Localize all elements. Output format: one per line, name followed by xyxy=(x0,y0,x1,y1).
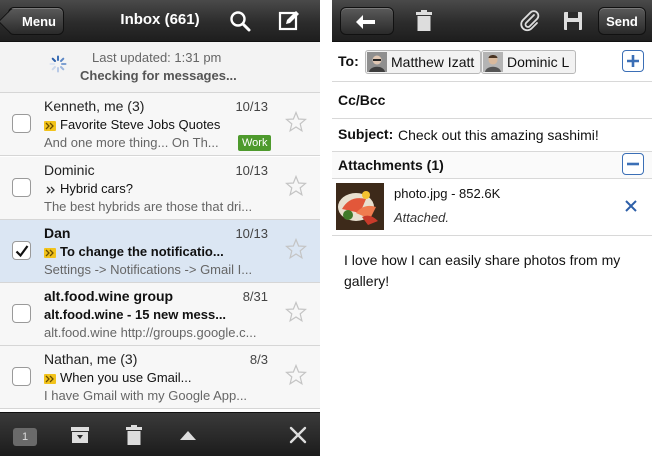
email-subject: Hybrid cars? xyxy=(60,181,133,196)
collapse-attachments-button[interactable] xyxy=(622,153,644,175)
important-marker-icon[interactable] xyxy=(44,121,56,131)
email-date: 10/13 xyxy=(235,99,268,114)
email-sender: Dominic xyxy=(44,162,95,178)
bulk-action-toolbar: 1 xyxy=(0,412,320,456)
paperclip-icon[interactable] xyxy=(518,9,542,33)
email-date: 10/13 xyxy=(235,163,268,178)
email-preview: I have Gmail with my Google App... xyxy=(44,388,248,403)
attachment-name: photo.jpg - 852.6K xyxy=(394,186,501,201)
star-icon[interactable] xyxy=(285,238,307,260)
last-updated-text: Last updated: 1:31 pm xyxy=(92,50,222,65)
attachment-item[interactable]: photo.jpg - 852.6K Attached. xyxy=(332,178,652,236)
email-row-selected[interactable]: Dan 10/13 To change the notificatio... S… xyxy=(0,220,320,283)
message-body[interactable]: I love how I can easily share photos fro… xyxy=(344,250,640,292)
avatar xyxy=(483,52,503,72)
archive-icon[interactable] xyxy=(69,424,91,446)
inbox-screen: Menu Inbox (661) Last updated: 1:31 pm C… xyxy=(0,0,320,456)
row-checkbox[interactable] xyxy=(12,178,31,197)
checking-messages-text: Checking for messages... xyxy=(80,68,237,83)
loading-spinner-icon xyxy=(49,55,67,73)
row-checkbox[interactable] xyxy=(12,114,31,133)
email-subject-line: To change the notificatio... xyxy=(44,244,274,259)
inbox-title: Inbox (661) xyxy=(120,11,200,28)
star-icon[interactable] xyxy=(285,364,307,386)
selected-count-badge: 1 xyxy=(13,428,37,446)
email-subject-line: Favorite Steve Jobs Quotes xyxy=(44,117,274,132)
star-icon[interactable] xyxy=(285,111,307,133)
email-row[interactable]: Kenneth, me (3) 10/13 Favorite Steve Job… xyxy=(0,93,320,156)
back-button[interactable] xyxy=(340,7,394,35)
email-subject: To change the notificatio... xyxy=(60,244,224,259)
email-subject-line: When you use Gmail... xyxy=(44,370,274,385)
reply-arrow-icon xyxy=(356,15,375,29)
sync-status: Last updated: 1:31 pm Checking for messa… xyxy=(0,42,320,93)
row-checkbox[interactable] xyxy=(12,304,31,323)
move-up-icon[interactable] xyxy=(177,424,199,446)
email-preview: The best hybrids are those that dri... xyxy=(44,199,253,214)
attachments-label: Attachments (1) xyxy=(338,157,444,173)
minus-icon xyxy=(627,162,639,166)
email-preview: Settings -> Notifications -> Gmail I... xyxy=(44,262,253,277)
attachments-header: Attachments (1) xyxy=(332,152,652,179)
ccbcc-field[interactable]: Cc/Bcc xyxy=(332,82,652,119)
to-field[interactable]: To: Matthew Izatt Dominic L xyxy=(332,42,652,82)
email-date: 8/31 xyxy=(242,289,268,304)
save-draft-icon[interactable] xyxy=(561,9,585,33)
email-row[interactable]: Nathan, me (3) 8/3 When you use Gmail...… xyxy=(0,346,320,409)
email-row[interactable]: Dominic 10/13 Hybrid cars? The best hybr… xyxy=(0,157,320,220)
plus-icon xyxy=(627,55,639,67)
email-sender: Nathan, me (3) xyxy=(44,351,138,367)
email-subject: When you use Gmail... xyxy=(60,370,192,385)
subject-label: Subject: xyxy=(338,126,394,142)
star-icon[interactable] xyxy=(285,175,307,197)
important-marker-icon[interactable] xyxy=(44,248,56,258)
avatar xyxy=(367,52,387,72)
subject-input[interactable]: Check out this amazing sashimi! xyxy=(398,127,599,143)
important-marker-icon[interactable] xyxy=(44,374,56,384)
email-preview: alt.food.wine http://groups.google.c... xyxy=(44,325,257,340)
recipient-name: Matthew Izatt xyxy=(391,54,475,70)
checkmark-icon xyxy=(15,245,29,258)
email-date: 8/3 xyxy=(249,352,268,367)
email-subject-line: Hybrid cars? xyxy=(44,181,274,196)
search-icon[interactable] xyxy=(228,9,252,33)
trash-icon[interactable] xyxy=(412,9,436,33)
email-sender: Dan xyxy=(44,225,71,241)
work-label-badge: Work xyxy=(238,135,272,151)
recipient-chip[interactable]: Matthew Izatt xyxy=(365,50,482,74)
compose-icon[interactable] xyxy=(277,9,301,33)
send-button[interactable]: Send xyxy=(598,7,646,35)
email-sender: alt.food.wine group xyxy=(44,288,174,304)
email-sender: Kenneth, me (3) xyxy=(44,98,145,114)
star-icon[interactable] xyxy=(285,301,307,323)
attachment-thumbnail-image xyxy=(336,183,384,230)
to-label: To: xyxy=(338,53,359,69)
email-preview: And one more thing... On Th... xyxy=(44,135,219,150)
close-icon[interactable] xyxy=(287,424,309,446)
email-row[interactable]: alt.food.wine group 8/31 alt.food.wine -… xyxy=(0,283,320,346)
add-recipient-button[interactable] xyxy=(622,50,644,72)
email-subject: Favorite Steve Jobs Quotes xyxy=(60,117,221,132)
email-date: 10/13 xyxy=(235,226,268,241)
attachment-status: Attached. xyxy=(394,210,449,225)
inbox-top-bar: Menu Inbox (661) xyxy=(0,0,320,42)
remove-attachment-icon[interactable] xyxy=(624,199,638,213)
email-subject: alt.food.wine - 15 new mess... xyxy=(44,307,227,322)
row-checkbox-checked[interactable] xyxy=(12,241,31,260)
compose-top-bar: Send xyxy=(332,0,652,42)
chevron-marker-icon xyxy=(46,186,55,194)
recipient-name: Dominic L xyxy=(507,54,570,70)
trash-icon[interactable] xyxy=(123,424,145,446)
subject-field[interactable]: Subject: Check out this amazing sashimi! xyxy=(332,119,652,152)
row-checkbox[interactable] xyxy=(12,367,31,386)
recipient-chip[interactable]: Dominic L xyxy=(481,50,577,74)
compose-screen: Send To: Matthew Izatt Dominic L Cc/Bcc … xyxy=(332,0,652,456)
ccbcc-label: Cc/Bcc xyxy=(338,92,386,108)
